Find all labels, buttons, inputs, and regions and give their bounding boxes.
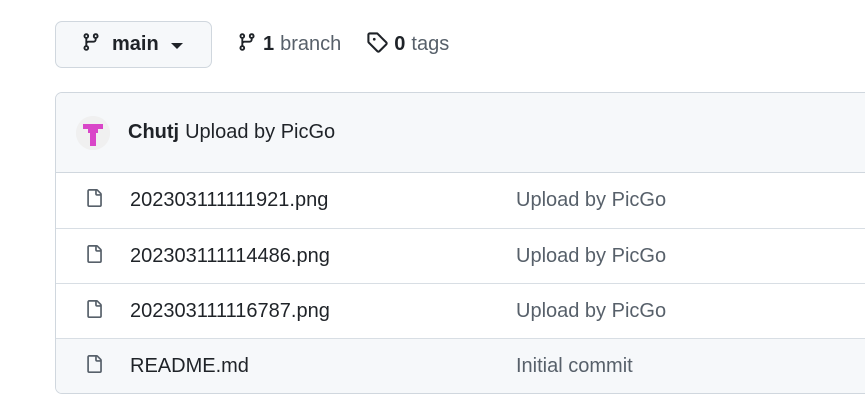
- chevron-down-icon: [170, 42, 183, 49]
- file-commit-link[interactable]: Initial commit: [516, 355, 633, 378]
- tag-icon: [366, 31, 388, 59]
- table-row[interactable]: 202303111111921.png Upload by PicGo: [56, 173, 865, 228]
- branch-select-button[interactable]: main: [55, 21, 212, 68]
- file-name-link[interactable]: README.md: [130, 355, 516, 378]
- repo-code-page: main 1 branch 0 tags Chutj Upload by Pic…: [0, 0, 865, 400]
- file-icon: [85, 353, 103, 380]
- repo-toolbar: main 1 branch 0 tags: [55, 21, 449, 68]
- current-branch-label: main: [112, 33, 159, 55]
- file-commit-link[interactable]: Upload by PicGo: [516, 300, 666, 323]
- table-row[interactable]: 202303111116787.png Upload by PicGo: [56, 283, 865, 338]
- table-row[interactable]: README.md Initial commit: [56, 338, 865, 393]
- tag-count: 0: [394, 33, 406, 55]
- branches-link[interactable]: 1 branch: [237, 31, 341, 59]
- file-list: Chutj Upload by PicGo 202303111111921.pn…: [55, 92, 865, 394]
- commit-author-link[interactable]: Chutj: [128, 121, 179, 144]
- file-icon: [85, 243, 103, 270]
- tag-label: tags: [411, 33, 450, 55]
- file-commit-link[interactable]: Upload by PicGo: [516, 245, 666, 268]
- latest-commit-header: Chutj Upload by PicGo: [56, 93, 865, 173]
- branch-label: branch: [280, 33, 342, 55]
- file-name-link[interactable]: 202303111114486.png: [130, 245, 516, 268]
- commit-message-link[interactable]: Upload by PicGo: [185, 121, 335, 144]
- branch-count: 1: [263, 33, 275, 55]
- table-row[interactable]: 202303111114486.png Upload by PicGo: [56, 228, 865, 283]
- file-icon: [85, 187, 103, 214]
- avatar[interactable]: [76, 115, 110, 150]
- file-name-link[interactable]: 202303111111921.png: [130, 189, 516, 212]
- file-commit-link[interactable]: Upload by PicGo: [516, 189, 666, 212]
- git-branch-icon: [237, 31, 257, 59]
- file-name-link[interactable]: 202303111116787.png: [130, 300, 516, 323]
- file-rows: 202303111111921.png Upload by PicGo 2023…: [56, 173, 865, 393]
- tags-link[interactable]: 0 tags: [366, 31, 449, 59]
- git-branch-icon: [81, 31, 101, 58]
- file-icon: [85, 298, 103, 325]
